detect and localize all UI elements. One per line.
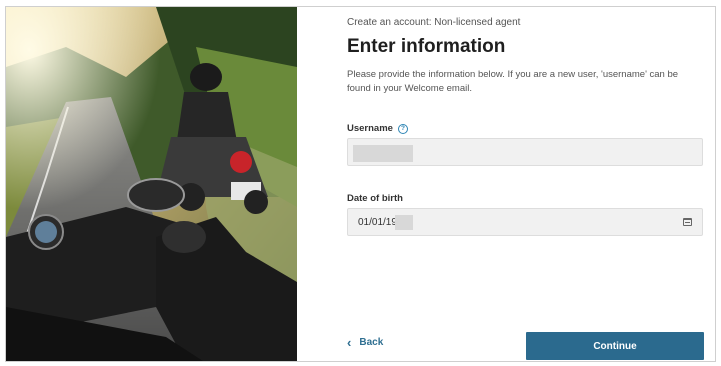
- dob-value: 01/01/19: [358, 217, 397, 228]
- calendar-icon[interactable]: [683, 218, 692, 226]
- back-label: Back: [359, 337, 384, 348]
- chevron-left-icon: ‹: [347, 334, 352, 350]
- motorcycle-photo: [6, 7, 297, 361]
- question-circle-icon[interactable]: ?: [397, 124, 408, 134]
- back-button[interactable]: ‹ Back: [347, 334, 384, 350]
- dob-redaction: [395, 215, 413, 230]
- username-input[interactable]: [347, 138, 703, 166]
- page-frame: Create an account: Non-licensed agent En…: [5, 6, 716, 362]
- hero-image: [6, 7, 297, 361]
- username-redaction: [353, 145, 413, 162]
- form-eyebrow: Create an account: Non-licensed agent: [347, 17, 521, 28]
- dob-label: Date of birth: [347, 193, 403, 204]
- continue-button[interactable]: Continue: [526, 332, 704, 360]
- page-title: Enter information: [347, 36, 506, 57]
- username-label-text: Username: [347, 123, 393, 134]
- username-label: Username?: [347, 123, 408, 134]
- dob-input[interactable]: 01/01/19: [347, 208, 703, 236]
- form-description: Please provide the information below. If…: [347, 69, 679, 94]
- form-panel: Create an account: Non-licensed agent En…: [347, 7, 706, 361]
